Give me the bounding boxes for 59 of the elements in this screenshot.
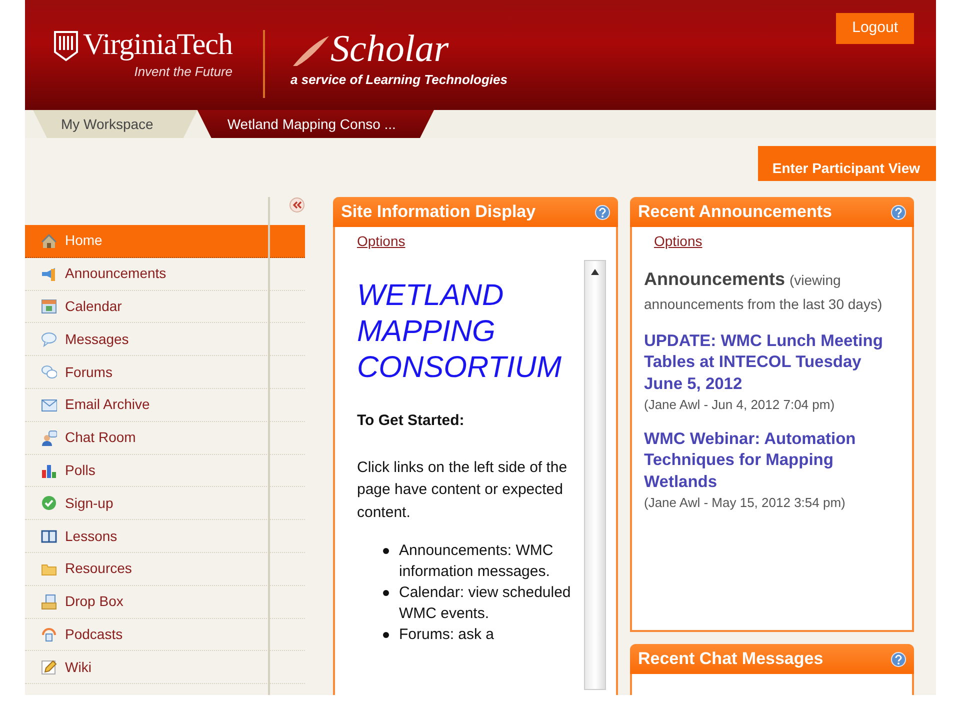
options-link[interactable]: Options (632, 227, 702, 252)
site-tab[interactable]: Wetland Mapping Conso ... (197, 110, 434, 138)
bullet-icon (383, 632, 389, 638)
announcement-link[interactable]: WMC Webinar: Automation Techniques for Mapping Wetlands (644, 428, 902, 494)
check-circle-icon (41, 495, 57, 512)
speech-bubble-icon (41, 331, 57, 348)
tool-menu-item[interactable]: Lessons (25, 520, 305, 553)
bullet-icon (383, 548, 389, 554)
tool-menu-item[interactable]: Drop Box (25, 586, 305, 619)
book-icon (41, 528, 57, 544)
product-name: Scholar (330, 30, 449, 68)
bullet-icon (383, 590, 389, 596)
subheading: To Get Started: (357, 411, 466, 431)
product-tagline: a service of Learning Technologies (290, 71, 508, 89)
chat-person-icon (41, 430, 57, 446)
help-icon (891, 652, 906, 666)
home-icon (41, 232, 57, 249)
megaphone-icon (41, 266, 57, 282)
collapse-icon (289, 197, 305, 213)
site-heading: WETLAND MAPPING CONSORTIUM (357, 278, 562, 386)
logo-tagline: Invent the Future (133, 63, 232, 81)
section-heading: Announcements (viewing announcements from the last 30 days) (644, 268, 884, 314)
speech-bubbles-icon (41, 364, 57, 380)
feather-icon (290, 34, 330, 68)
bullet-item: Calendar: view scheduled WMC events. (399, 583, 572, 624)
announcement-link[interactable]: UPDATE: WMC Lunch Meeting Tables at INTECOL Tuesday June 5, 2012 (644, 331, 902, 396)
tool-menu-item[interactable]: Announcements (25, 258, 305, 291)
tool-menu-item[interactable]: Wiki (25, 651, 305, 684)
tray-icon (41, 594, 57, 610)
envelope-icon (41, 396, 57, 413)
podcast-icon (41, 626, 57, 642)
tool-menu-item[interactable]: Chat Room (25, 422, 305, 455)
bullet-item: Forums: ask a (399, 625, 494, 645)
calendar-icon (41, 298, 57, 314)
tool-menu-item[interactable]: Sign-up (25, 487, 305, 520)
tool-menu-item[interactable]: Podcasts (25, 618, 305, 652)
options-link[interactable]: Options (335, 227, 406, 252)
bar-chart-icon (41, 462, 57, 478)
announcement-byline: (Jane Awl - Jun 4, 2012 7:04 pm) (644, 396, 836, 414)
site-tab[interactable]: My Workspace (33, 110, 198, 138)
announcement-byline: (Jane Awl - May 15, 2012 3:54 pm) (644, 494, 846, 512)
pencil-icon (41, 659, 57, 676)
tool-menu-item[interactable]: Calendar (25, 290, 305, 324)
up-arrow-icon (591, 269, 599, 275)
scrollbar[interactable] (584, 260, 606, 690)
shield-icon (53, 30, 79, 62)
portlet-title: Recent Announcements (638, 201, 832, 224)
tool-menu-item[interactable]: Resources (25, 552, 305, 586)
tool-menu-item[interactable]: Email Archive (25, 388, 305, 422)
help-icon (595, 204, 610, 220)
tool-menu-item[interactable]: Messages (25, 323, 305, 356)
help-icon (891, 204, 906, 220)
paragraph: Click links on the left side of the page have content or expected content. (357, 458, 568, 522)
portlet-title: Recent Chat Messages (638, 648, 824, 670)
tool-menu-item[interactable]: Polls (25, 454, 305, 488)
bullet-item: Announcements: WMC information messages. (399, 541, 554, 582)
logo-text: VirginiaTech (83, 30, 232, 60)
portlet-title: Site Information Display (341, 201, 536, 224)
tool-menu-item[interactable]: Forums (25, 356, 305, 389)
